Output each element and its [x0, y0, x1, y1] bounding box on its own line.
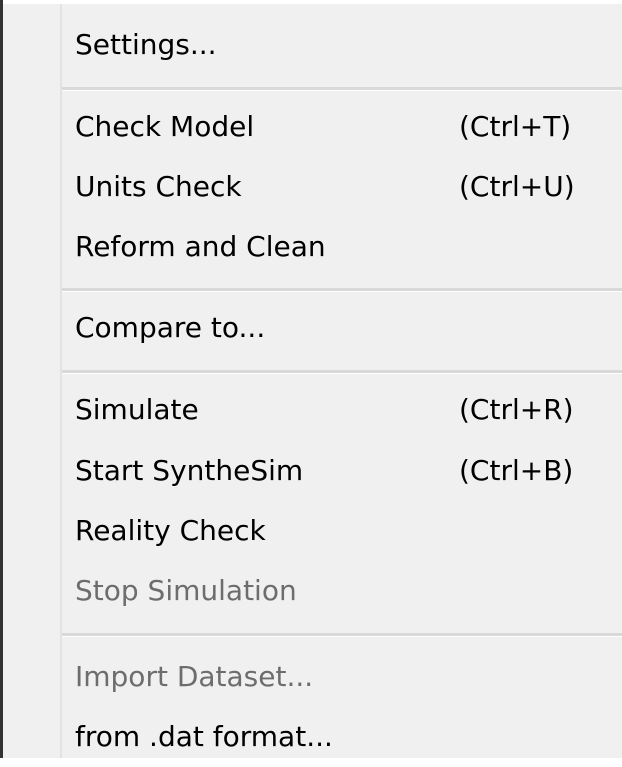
menu-item-from-dat-format[interactable]: from .dat format... — [75, 707, 622, 767]
menu-item-compare-to[interactable]: Compare to... — [75, 298, 622, 358]
menu-separator — [62, 370, 622, 374]
menu-item-label: Compare to... — [75, 311, 266, 344]
menu-item-settings[interactable]: Settings... — [75, 15, 622, 75]
menu-item-stop-simulation: Stop Simulation — [75, 561, 622, 621]
menu-item-label: Units Check — [75, 170, 242, 203]
menu-item-label: Import Dataset... — [75, 660, 314, 693]
menu-item-label: from .dat format... — [75, 720, 333, 753]
menu-item-reality-check[interactable]: Reality Check — [75, 501, 622, 561]
menu-item-import-dataset: Import Dataset... — [75, 647, 622, 707]
menu-separator — [62, 633, 622, 637]
menu-item-label: Simulate — [75, 393, 199, 426]
menu-separator — [62, 87, 622, 91]
menu-item-label: Settings... — [75, 28, 217, 61]
menu-item-shortcut: (Ctrl+R) — [459, 393, 574, 426]
menu-item-shortcut: (Ctrl+U) — [459, 170, 575, 203]
menu-item-simulate[interactable]: Simulate (Ctrl+R) — [75, 380, 622, 440]
menu-separator — [62, 288, 622, 292]
menu-item-label: Reality Check — [75, 514, 266, 547]
menu-item-check-model[interactable]: Check Model (Ctrl+T) — [75, 97, 622, 157]
menu-item-label: Stop Simulation — [75, 574, 297, 607]
menu-icon-gutter — [3, 4, 60, 758]
menu-item-label: Check Model — [75, 110, 255, 143]
menu-item-start-synthesim[interactable]: Start SyntheSim (Ctrl+B) — [75, 441, 622, 501]
context-menu: Settings... Check Model (Ctrl+T) Units C… — [0, 0, 622, 758]
menu-item-shortcut: (Ctrl+T) — [459, 110, 572, 143]
menu-top-edge — [0, 0, 622, 4]
menu-gutter-divider — [60, 4, 62, 758]
menu-item-label: Reform and Clean — [75, 230, 326, 263]
menu-item-units-check[interactable]: Units Check (Ctrl+U) — [75, 157, 622, 217]
menu-item-reform-and-clean[interactable]: Reform and Clean — [75, 217, 622, 277]
menu-item-shortcut: (Ctrl+B) — [459, 454, 574, 487]
menu-item-label: Start SyntheSim — [75, 454, 304, 487]
